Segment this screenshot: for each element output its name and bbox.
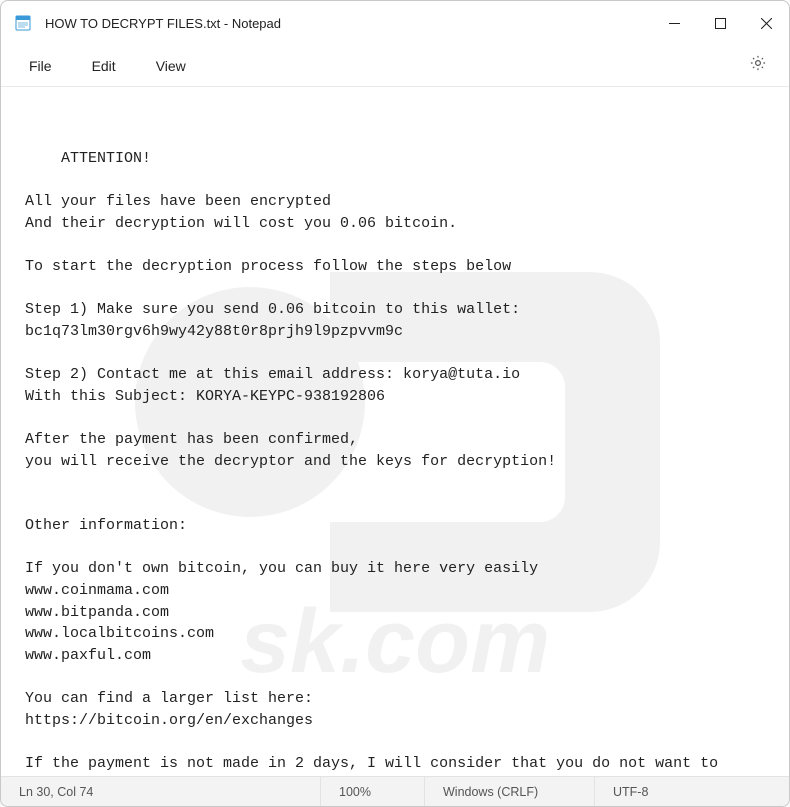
menubar: File Edit View [1,45,789,87]
menu-view[interactable]: View [136,52,206,80]
close-button[interactable] [743,1,789,45]
svg-text:sk.com: sk.com [240,592,550,692]
notepad-window: HOW TO DECRYPT FILES.txt - Notepad File … [0,0,790,807]
status-encoding: UTF-8 [595,777,789,806]
menu-file[interactable]: File [9,52,72,80]
status-zoom[interactable]: 100% [321,777,425,806]
minimize-button[interactable] [651,1,697,45]
notepad-icon [15,15,31,31]
text-editor[interactable]: sk.com ATTENTION! All your files have be… [1,87,789,776]
statusbar: Ln 30, Col 74 100% Windows (CRLF) UTF-8 [1,776,789,806]
gear-icon [749,54,767,77]
status-eol: Windows (CRLF) [425,777,595,806]
window-controls [651,1,789,45]
menu-edit[interactable]: Edit [72,52,136,80]
window-title: HOW TO DECRYPT FILES.txt - Notepad [45,16,281,31]
titlebar[interactable]: HOW TO DECRYPT FILES.txt - Notepad [1,1,789,45]
maximize-button[interactable] [697,1,743,45]
status-position: Ln 30, Col 74 [1,777,321,806]
settings-button[interactable] [735,48,781,83]
editor-content: ATTENTION! All your files have been encr… [25,150,727,776]
